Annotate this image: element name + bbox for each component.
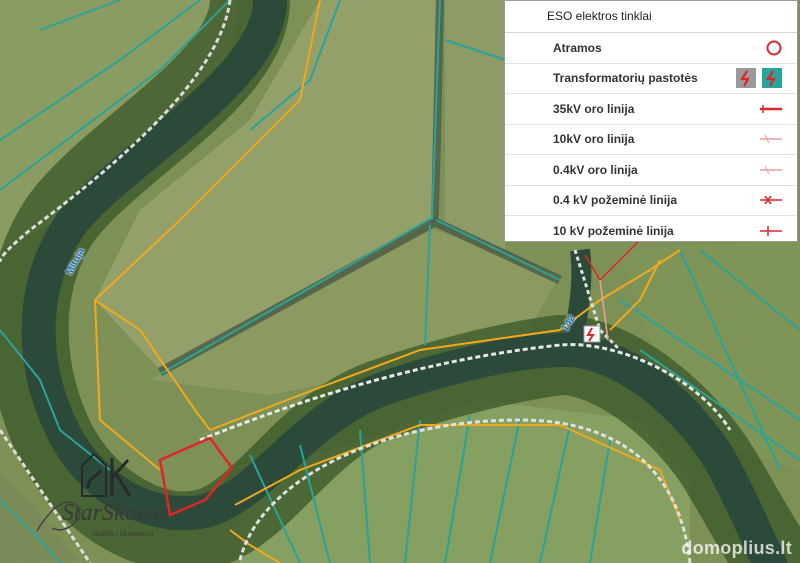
legend-row-35kv: 35kV oro linija (505, 94, 797, 125)
logo-tagline: SKAITAI | ŠENMINGAI (92, 531, 153, 538)
legend-row-atramos: Atramos (505, 33, 797, 64)
substation-icon (583, 325, 601, 343)
legend-row-10kv: 10kV oro linija (505, 125, 797, 155)
legend-label: 35kV oro linija (553, 101, 635, 116)
legend-label: 10kV oro linija (553, 132, 635, 147)
line-10kv-icon (759, 133, 783, 145)
substation-icon (735, 67, 783, 89)
logo-text: StarSkovas (62, 500, 169, 526)
line-35kv-icon (759, 103, 783, 115)
line-04kv-icon (759, 164, 783, 176)
legend-label: Atramos (553, 40, 602, 55)
underground-10kv-icon (759, 225, 783, 237)
legend-label: Transformatorių pastotės (553, 71, 698, 86)
legend-title: ESO elektros tinklai (505, 1, 797, 33)
legend-label: 0.4 kV požeminė linija (553, 193, 678, 208)
agency-logo: StarSkovas SKAITAI | ŠENMINGAI (36, 452, 169, 538)
legend-label: 10 kV požeminė linija (553, 224, 674, 239)
legend-row-10kv-underground: 10 kV požeminė linija (505, 216, 797, 247)
legend-row-04kv-underground: 0.4 kV požeminė linija (505, 186, 797, 216)
legend-row-04kv: 0.4kV oro linija (505, 155, 797, 186)
underground-04kv-icon (759, 194, 783, 206)
legend-row-transformatoriai: Transformatorių pastotės (505, 64, 797, 94)
legend-label: 0.4kV oro linija (553, 162, 638, 177)
circle-icon (765, 39, 783, 57)
legend-panel: ESO elektros tinklai Atramos Transformat… (504, 0, 798, 242)
site-watermark: domoplius.lt (681, 538, 792, 558)
